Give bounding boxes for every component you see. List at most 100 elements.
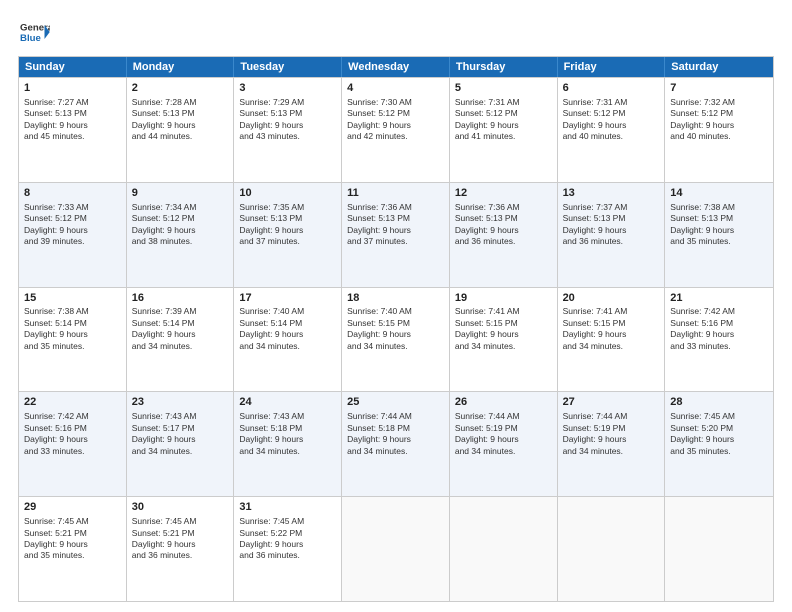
calendar-row-5: 29Sunrise: 7:45 AMSunset: 5:21 PMDayligh… bbox=[19, 496, 773, 601]
day-number: 25 bbox=[347, 395, 444, 410]
day-info-line: and 34 minutes. bbox=[347, 341, 444, 352]
day-info-line: Sunset: 5:12 PM bbox=[132, 213, 229, 224]
day-info-line: Sunrise: 7:31 AM bbox=[455, 97, 552, 108]
empty-cell bbox=[665, 497, 773, 601]
calendar-header: SundayMondayTuesdayWednesdayThursdayFrid… bbox=[19, 57, 773, 77]
day-cell-29: 29Sunrise: 7:45 AMSunset: 5:21 PMDayligh… bbox=[19, 497, 127, 601]
page: General Blue SundayMondayTuesdayWednesda… bbox=[0, 0, 792, 612]
day-info-line: Sunrise: 7:40 AM bbox=[239, 306, 336, 317]
day-number: 23 bbox=[132, 395, 229, 410]
day-number: 26 bbox=[455, 395, 552, 410]
day-number: 10 bbox=[239, 186, 336, 201]
day-number: 27 bbox=[563, 395, 660, 410]
header: General Blue bbox=[18, 18, 774, 46]
day-number: 24 bbox=[239, 395, 336, 410]
day-info-line: and 34 minutes. bbox=[239, 341, 336, 352]
day-info-line: and 35 minutes. bbox=[24, 550, 121, 561]
day-info-line: and 36 minutes. bbox=[455, 236, 552, 247]
day-info-line: Daylight: 9 hours bbox=[132, 120, 229, 131]
day-info-line: Sunrise: 7:36 AM bbox=[347, 202, 444, 213]
day-info-line: and 36 minutes. bbox=[132, 550, 229, 561]
day-number: 30 bbox=[132, 500, 229, 515]
day-info-line: and 34 minutes. bbox=[455, 446, 552, 457]
day-info-line: Daylight: 9 hours bbox=[347, 225, 444, 236]
day-cell-13: 13Sunrise: 7:37 AMSunset: 5:13 PMDayligh… bbox=[558, 183, 666, 287]
day-cell-10: 10Sunrise: 7:35 AMSunset: 5:13 PMDayligh… bbox=[234, 183, 342, 287]
day-info-line: Sunrise: 7:40 AM bbox=[347, 306, 444, 317]
day-cell-22: 22Sunrise: 7:42 AMSunset: 5:16 PMDayligh… bbox=[19, 392, 127, 496]
day-info-line: Daylight: 9 hours bbox=[132, 329, 229, 340]
empty-cell bbox=[342, 497, 450, 601]
calendar-row-3: 15Sunrise: 7:38 AMSunset: 5:14 PMDayligh… bbox=[19, 287, 773, 392]
day-cell-17: 17Sunrise: 7:40 AMSunset: 5:14 PMDayligh… bbox=[234, 288, 342, 392]
day-info-line: Sunrise: 7:44 AM bbox=[563, 411, 660, 422]
day-number: 5 bbox=[455, 81, 552, 96]
day-info-line: and 43 minutes. bbox=[239, 131, 336, 142]
day-number: 1 bbox=[24, 81, 121, 96]
day-info-line: Sunrise: 7:33 AM bbox=[24, 202, 121, 213]
day-cell-8: 8Sunrise: 7:33 AMSunset: 5:12 PMDaylight… bbox=[19, 183, 127, 287]
day-info-line: Sunset: 5:16 PM bbox=[670, 318, 768, 329]
day-info-line: Sunset: 5:13 PM bbox=[239, 108, 336, 119]
day-info-line: Sunrise: 7:39 AM bbox=[132, 306, 229, 317]
day-number: 28 bbox=[670, 395, 768, 410]
day-info-line: Daylight: 9 hours bbox=[347, 329, 444, 340]
day-info-line: Sunrise: 7:28 AM bbox=[132, 97, 229, 108]
day-info-line: Sunrise: 7:27 AM bbox=[24, 97, 121, 108]
day-info-line: Daylight: 9 hours bbox=[239, 434, 336, 445]
day-info-line: Sunset: 5:15 PM bbox=[347, 318, 444, 329]
day-info-line: Daylight: 9 hours bbox=[239, 120, 336, 131]
day-info-line: Sunset: 5:13 PM bbox=[132, 108, 229, 119]
day-number: 9 bbox=[132, 186, 229, 201]
day-number: 15 bbox=[24, 291, 121, 306]
day-info-line: and 37 minutes. bbox=[347, 236, 444, 247]
day-info-line: Sunrise: 7:30 AM bbox=[347, 97, 444, 108]
day-number: 14 bbox=[670, 186, 768, 201]
day-cell-6: 6Sunrise: 7:31 AMSunset: 5:12 PMDaylight… bbox=[558, 78, 666, 182]
day-info-line: Sunrise: 7:45 AM bbox=[670, 411, 768, 422]
day-info-line: Sunset: 5:12 PM bbox=[24, 213, 121, 224]
day-info-line: Daylight: 9 hours bbox=[24, 120, 121, 131]
day-info-line: and 36 minutes. bbox=[239, 550, 336, 561]
header-day-thursday: Thursday bbox=[450, 57, 558, 77]
day-info-line: Daylight: 9 hours bbox=[563, 329, 660, 340]
day-info-line: Sunset: 5:13 PM bbox=[239, 213, 336, 224]
day-info-line: Sunset: 5:17 PM bbox=[132, 423, 229, 434]
day-info-line: Sunset: 5:16 PM bbox=[24, 423, 121, 434]
day-cell-25: 25Sunrise: 7:44 AMSunset: 5:18 PMDayligh… bbox=[342, 392, 450, 496]
svg-text:Blue: Blue bbox=[20, 33, 41, 44]
header-day-tuesday: Tuesday bbox=[234, 57, 342, 77]
day-number: 31 bbox=[239, 500, 336, 515]
day-cell-3: 3Sunrise: 7:29 AMSunset: 5:13 PMDaylight… bbox=[234, 78, 342, 182]
day-cell-11: 11Sunrise: 7:36 AMSunset: 5:13 PMDayligh… bbox=[342, 183, 450, 287]
day-info-line: Sunset: 5:21 PM bbox=[132, 528, 229, 539]
day-cell-28: 28Sunrise: 7:45 AMSunset: 5:20 PMDayligh… bbox=[665, 392, 773, 496]
calendar-body: 1Sunrise: 7:27 AMSunset: 5:13 PMDaylight… bbox=[19, 77, 773, 601]
day-info-line: and 34 minutes. bbox=[239, 446, 336, 457]
day-cell-9: 9Sunrise: 7:34 AMSunset: 5:12 PMDaylight… bbox=[127, 183, 235, 287]
day-number: 16 bbox=[132, 291, 229, 306]
header-day-sunday: Sunday bbox=[19, 57, 127, 77]
day-info-line: Sunset: 5:12 PM bbox=[670, 108, 768, 119]
day-info-line: and 33 minutes. bbox=[24, 446, 121, 457]
empty-cell bbox=[558, 497, 666, 601]
day-info-line: Sunset: 5:19 PM bbox=[455, 423, 552, 434]
day-info-line: Daylight: 9 hours bbox=[670, 434, 768, 445]
day-info-line: Sunset: 5:19 PM bbox=[563, 423, 660, 434]
day-info-line: Daylight: 9 hours bbox=[563, 120, 660, 131]
day-info-line: Sunrise: 7:44 AM bbox=[347, 411, 444, 422]
day-cell-21: 21Sunrise: 7:42 AMSunset: 5:16 PMDayligh… bbox=[665, 288, 773, 392]
day-cell-15: 15Sunrise: 7:38 AMSunset: 5:14 PMDayligh… bbox=[19, 288, 127, 392]
day-info-line: and 34 minutes. bbox=[347, 446, 444, 457]
day-info-line: Daylight: 9 hours bbox=[563, 434, 660, 445]
day-info-line: Sunrise: 7:41 AM bbox=[455, 306, 552, 317]
day-info-line: Daylight: 9 hours bbox=[24, 539, 121, 550]
day-info-line: and 37 minutes. bbox=[239, 236, 336, 247]
day-cell-30: 30Sunrise: 7:45 AMSunset: 5:21 PMDayligh… bbox=[127, 497, 235, 601]
day-info-line: and 41 minutes. bbox=[455, 131, 552, 142]
day-info-line: Daylight: 9 hours bbox=[132, 539, 229, 550]
day-info-line: and 35 minutes. bbox=[24, 341, 121, 352]
day-info-line: Sunset: 5:15 PM bbox=[455, 318, 552, 329]
day-info-line: Daylight: 9 hours bbox=[24, 225, 121, 236]
day-info-line: and 40 minutes. bbox=[670, 131, 768, 142]
